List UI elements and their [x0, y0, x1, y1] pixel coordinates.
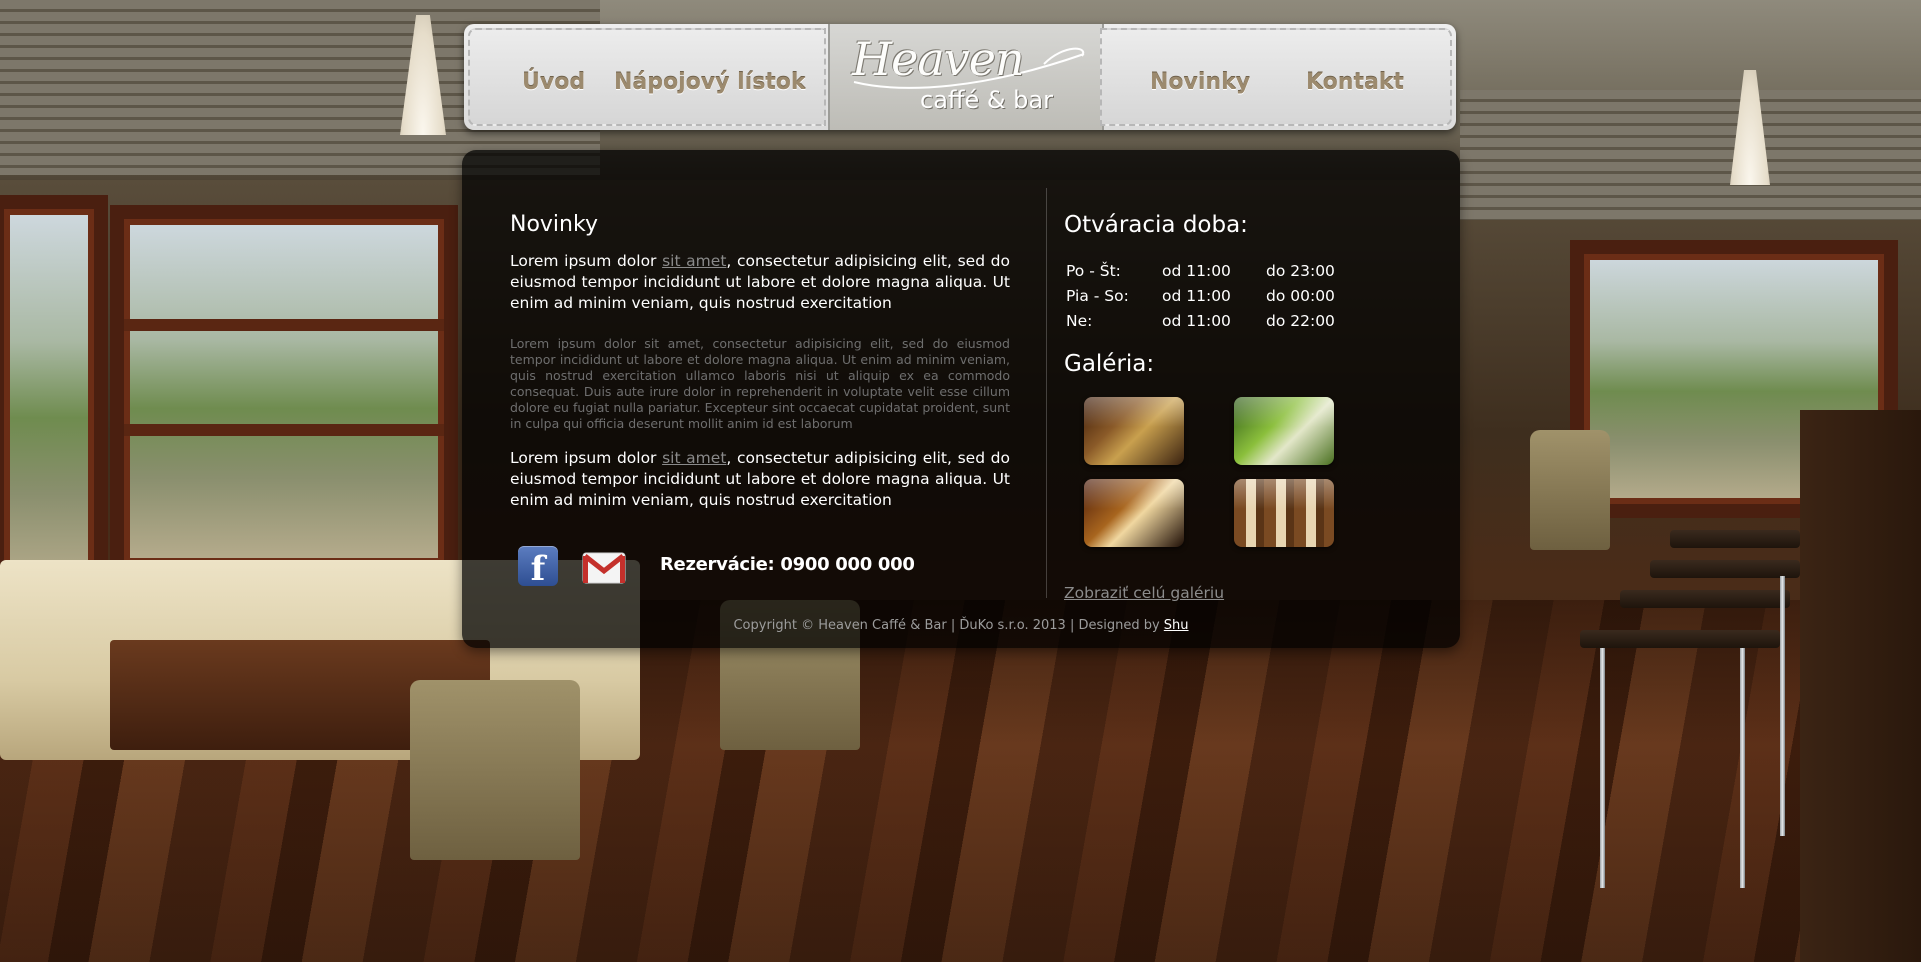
footer-copyright: Copyright © Heaven Caffé & Bar | ĎuKo s.…	[733, 618, 1189, 633]
window-far-left	[0, 195, 108, 603]
gallery-thumbnail-3[interactable]	[1084, 479, 1184, 547]
contact-row: f Rezervácie: 0900 000 000	[518, 546, 1058, 590]
logo-subtitle: caffé & bar	[920, 86, 1053, 114]
facebook-icon[interactable]: f	[518, 546, 558, 589]
hours-row: Po - Št: od 11:00 do 23:00	[1066, 261, 1335, 280]
content-panel: Novinky Lorem ipsum dolor sit amet, cons…	[462, 150, 1460, 648]
logo-script-text: Heaven	[852, 32, 1025, 86]
gallery-heading: Galéria:	[1064, 351, 1155, 377]
hours-row: Ne: od 11:00 do 22:00	[1066, 311, 1335, 330]
main-navigation: Úvod Nápojový lístok Heaven caffé & bar …	[464, 24, 1456, 130]
news-paragraph-2: Lorem ipsum dolor sit amet, consectetur …	[510, 336, 1010, 431]
nav-novinky[interactable]: Novinky	[1150, 70, 1250, 95]
news-paragraph-1: Lorem ipsum dolor sit amet, consectetur …	[510, 252, 1010, 312]
nav-kontakt[interactable]: Kontakt	[1306, 70, 1404, 95]
view-full-gallery-link[interactable]: Zobraziť celú galériu	[1064, 584, 1224, 602]
column-divider	[1046, 188, 1047, 598]
nav-right-panel: Novinky Kontakt	[1100, 28, 1452, 126]
window-blind-right	[1460, 90, 1921, 220]
hours-row: Pia - So: od 11:00 do 00:00	[1066, 286, 1335, 305]
logo[interactable]: Heaven caffé & bar	[828, 24, 1104, 130]
news-link-2[interactable]: sit amet	[662, 449, 726, 467]
opening-hours-table: Po - Št: od 11:00 do 23:00 Pia - So: od …	[1064, 258, 1335, 333]
gallery-thumbnail-4[interactable]	[1234, 479, 1334, 547]
news-paragraph-3: Lorem ipsum dolor sit amet, consectetur …	[510, 449, 1010, 509]
hours-gallery-section: Otváracia doba: Po - Št: od 11:00 do 23:…	[1064, 212, 1424, 547]
nav-uvod[interactable]: Úvod	[522, 70, 585, 95]
nav-napojovy-listok[interactable]: Nápojový lístok	[614, 70, 806, 95]
gallery-thumbnail-2[interactable]	[1234, 397, 1334, 465]
reservation-phone: Rezervácie: 0900 000 000	[660, 554, 915, 575]
gallery-grid	[1084, 397, 1344, 547]
gallery-thumbnail-1[interactable]	[1084, 397, 1184, 465]
window-left	[110, 205, 458, 578]
cafe-chair	[410, 680, 580, 860]
news-heading: Novinky	[510, 212, 598, 237]
gmail-icon[interactable]	[582, 552, 626, 584]
news-link-1[interactable]: sit amet	[662, 252, 726, 270]
opening-hours-heading: Otváracia doba:	[1064, 212, 1248, 238]
nav-left-panel: Úvod Nápojový lístok	[468, 28, 826, 126]
designer-link[interactable]: Shu	[1164, 618, 1189, 633]
bar-counter	[1800, 410, 1921, 962]
bar-stool	[1580, 630, 1780, 648]
news-section: Novinky Lorem ipsum dolor sit amet, cons…	[510, 212, 1010, 511]
cafe-chair-3	[1530, 430, 1610, 550]
